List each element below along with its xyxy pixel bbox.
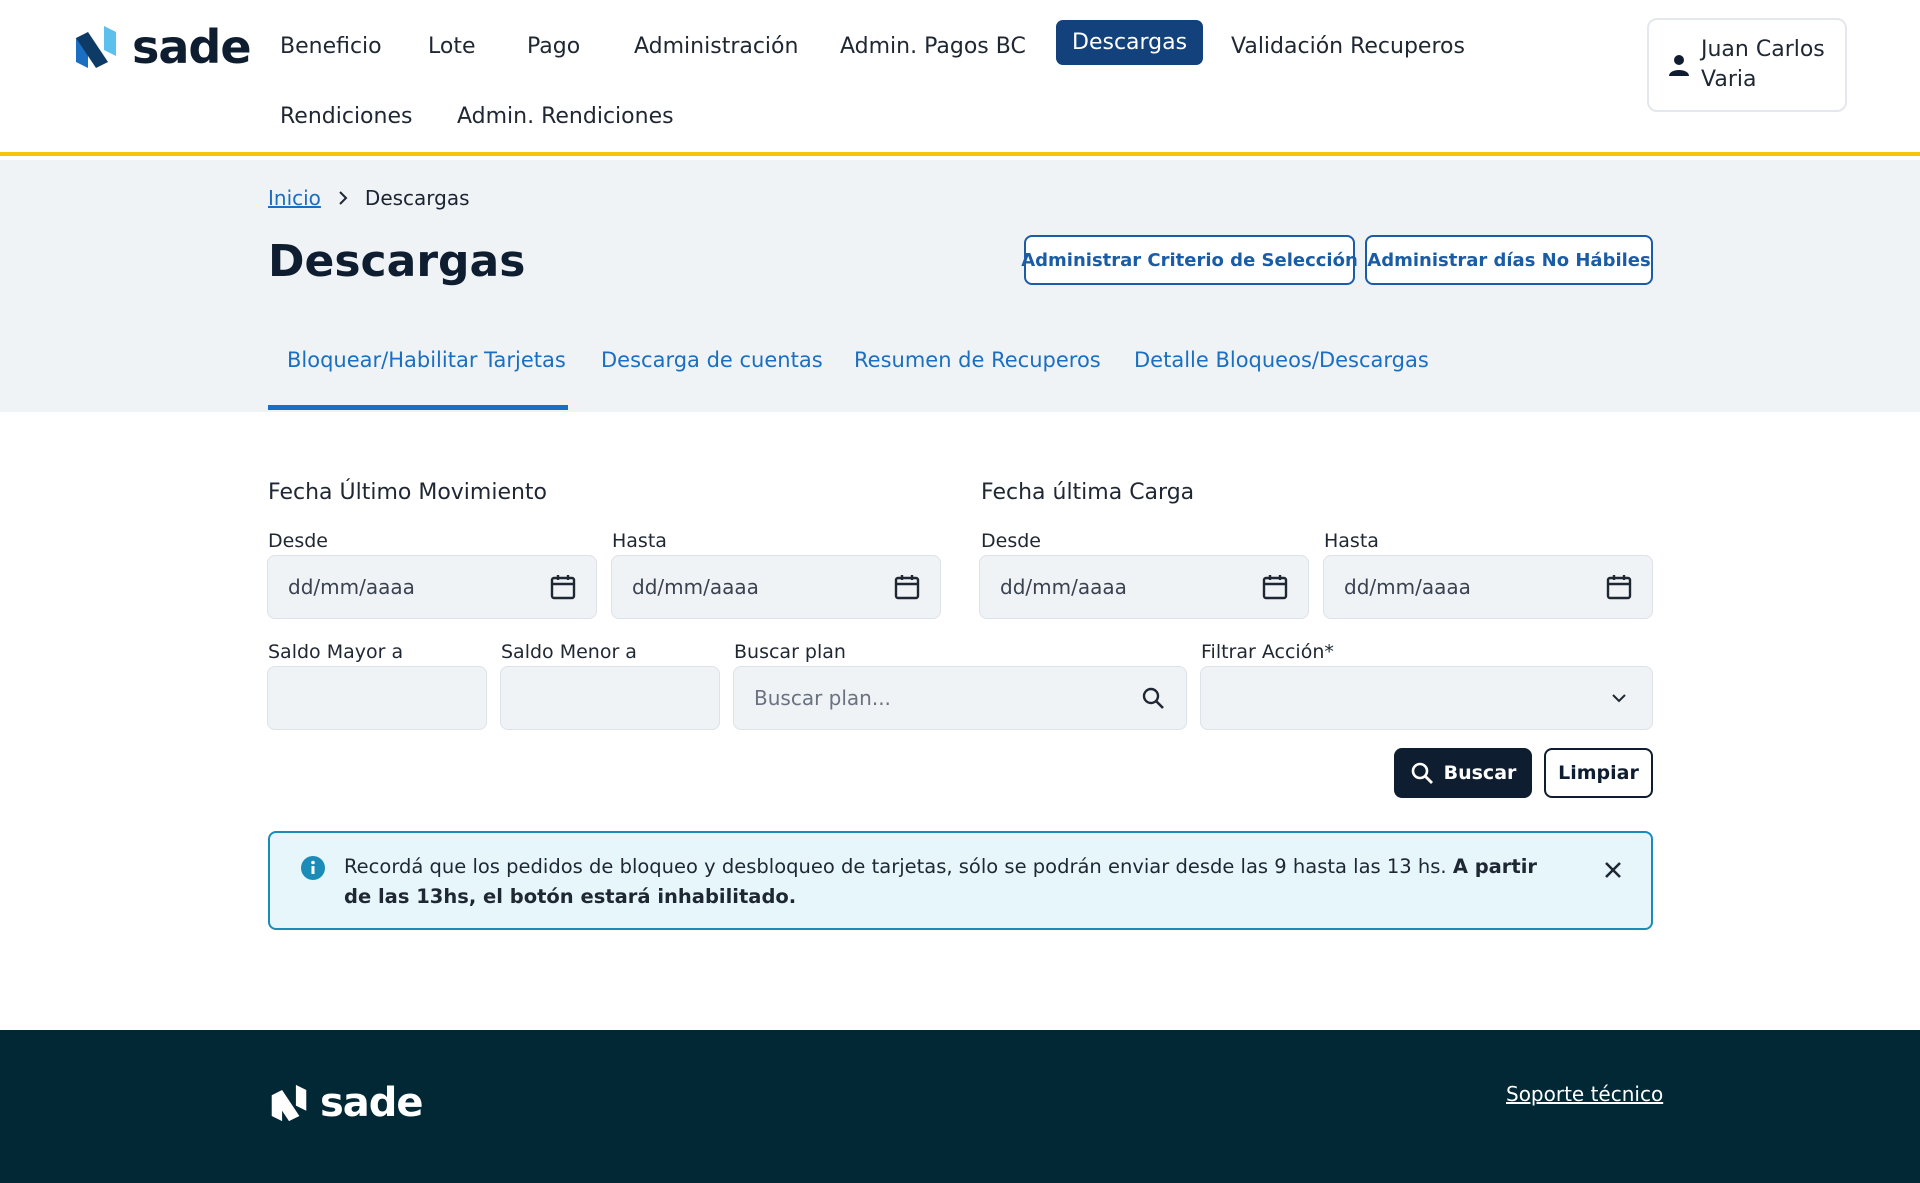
top-header: sade Beneficio Lote Pago Administración … xyxy=(0,0,1920,156)
filtrar-accion-label: Filtrar Acción* xyxy=(1201,641,1334,663)
nav-item-admin-pagos-bc[interactable]: Admin. Pagos BC xyxy=(826,26,1040,67)
sade-logo-icon xyxy=(271,1084,307,1122)
user-menu-button[interactable]: Juan Carlos Varia xyxy=(1647,18,1847,112)
calendar-icon[interactable] xyxy=(894,574,920,600)
chevron-right-icon xyxy=(339,191,348,205)
ultimo-mov-desde-input[interactable]: dd/mm/aaaa xyxy=(267,555,597,619)
buscar-plan-placeholder: Buscar plan... xyxy=(754,686,891,710)
calendar-icon[interactable] xyxy=(1606,574,1632,600)
saldo-menor-input[interactable] xyxy=(500,666,720,730)
ultima-carga-hasta-input[interactable]: dd/mm/aaaa xyxy=(1323,555,1653,619)
buscar-plan-input[interactable]: Buscar plan... xyxy=(733,666,1187,730)
fecha-ultima-carga-title: Fecha última Carga xyxy=(981,480,1195,505)
ultima-carga-desde-placeholder: dd/mm/aaaa xyxy=(1000,575,1127,599)
buscar-plan-label: Buscar plan xyxy=(734,641,846,663)
info-icon xyxy=(301,856,325,880)
saldo-mayor-label: Saldo Mayor a xyxy=(268,641,404,663)
tab-detalle-bloqueos[interactable]: Detalle Bloqueos/Descargas xyxy=(1134,348,1429,372)
nav-item-pago[interactable]: Pago xyxy=(513,26,594,67)
footer: sade Soporte técnico xyxy=(0,1030,1920,1183)
fecha-ultimo-movimiento-title: Fecha Último Movimiento xyxy=(268,480,548,505)
person-icon xyxy=(1669,55,1689,76)
nav-item-beneficio[interactable]: Beneficio xyxy=(266,26,396,67)
user-name: Juan Carlos Varia xyxy=(1701,37,1825,92)
ultimo-mov-hasta-placeholder: dd/mm/aaaa xyxy=(632,575,759,599)
administrar-criterio-button[interactable]: Administrar Criterio de Selección xyxy=(1021,235,1358,285)
ultima-carga-desde-input[interactable]: dd/mm/aaaa xyxy=(979,555,1309,619)
search-icon[interactable] xyxy=(1140,685,1166,711)
saldo-mayor-input[interactable] xyxy=(267,666,487,730)
logo-text: sade xyxy=(132,20,252,74)
active-tab-indicator xyxy=(268,405,568,410)
ultimo-mov-desde-label: Desde xyxy=(268,530,328,552)
administrar-dias-no-habiles-button[interactable]: Administrar días No Hábiles xyxy=(1365,235,1653,285)
tab-resumen-recuperos[interactable]: Resumen de Recuperos xyxy=(854,348,1101,372)
nav-item-descargas[interactable]: Descargas xyxy=(1056,20,1204,65)
nav-item-administracion[interactable]: Administración xyxy=(620,26,812,67)
search-icon xyxy=(1411,762,1433,784)
sade-logo-icon xyxy=(76,26,116,68)
ultima-carga-hasta-label: Hasta xyxy=(1324,530,1379,552)
nav-item-validacion-recuperos[interactable]: Validación Recuperos xyxy=(1217,26,1479,67)
breadcrumb-home-link[interactable]: Inicio xyxy=(268,186,321,210)
close-icon[interactable] xyxy=(1598,855,1628,885)
breadcrumb: Inicio Descargas xyxy=(268,186,470,210)
info-alert: Recordá que los pedidos de bloqueo y des… xyxy=(268,831,1653,930)
calendar-icon[interactable] xyxy=(1262,574,1288,600)
page-title: Descargas xyxy=(268,236,526,287)
ultima-carga-hasta-placeholder: dd/mm/aaaa xyxy=(1344,575,1471,599)
buscar-button-label: Buscar xyxy=(1443,762,1517,784)
filtrar-accion-select[interactable] xyxy=(1200,666,1653,730)
nav-item-admin-rendiciones[interactable]: Admin. Rendiciones xyxy=(443,96,688,137)
ultima-carga-desde-label: Desde xyxy=(981,530,1041,552)
tab-bloquear-habilitar[interactable]: Bloquear/Habilitar Tarjetas xyxy=(287,348,566,372)
buscar-button[interactable]: Buscar xyxy=(1394,748,1532,798)
breadcrumb-current: Descargas xyxy=(364,186,470,210)
saldo-menor-label: Saldo Menor a xyxy=(501,641,637,663)
logo[interactable]: sade xyxy=(74,20,252,74)
soporte-tecnico-link[interactable]: Soporte técnico xyxy=(1506,1082,1663,1106)
alert-message: Recordá que los pedidos de bloqueo y des… xyxy=(344,852,1564,912)
nav-item-rendiciones[interactable]: Rendiciones xyxy=(266,96,426,137)
limpiar-button[interactable]: Limpiar xyxy=(1544,748,1653,798)
ultimo-mov-hasta-label: Hasta xyxy=(612,530,667,552)
ultimo-mov-desde-placeholder: dd/mm/aaaa xyxy=(288,575,415,599)
ultimo-mov-hasta-input[interactable]: dd/mm/aaaa xyxy=(611,555,941,619)
footer-logo-text: sade xyxy=(320,1080,424,1126)
footer-logo: sade xyxy=(270,1080,424,1126)
alert-text: Recordá que los pedidos de bloqueo y des… xyxy=(344,855,1447,878)
tab-descarga-cuentas[interactable]: Descarga de cuentas xyxy=(601,348,823,372)
chevron-down-icon[interactable] xyxy=(1606,685,1632,711)
nav-item-lote[interactable]: Lote xyxy=(414,26,490,67)
calendar-icon[interactable] xyxy=(550,574,576,600)
